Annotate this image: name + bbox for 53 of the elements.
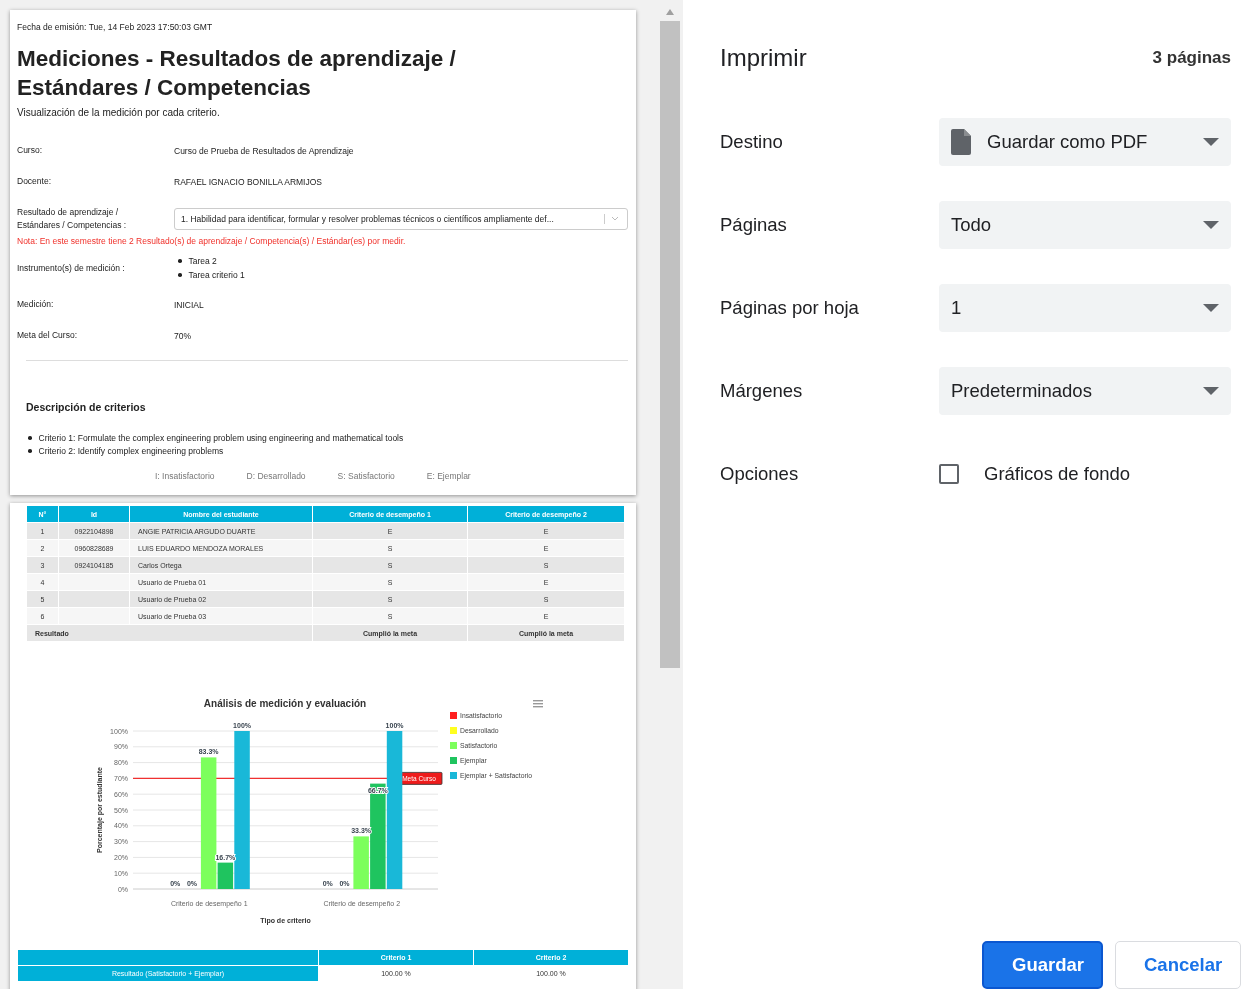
bullet-icon (178, 259, 182, 263)
field-label: Curso: (17, 144, 43, 157)
issue-date: Fecha de emisión: Tue, 14 Feb 2023 17:50:03 GMT (17, 22, 214, 32)
legend-text: I: Insatisfactorio (155, 471, 215, 481)
file-icon (951, 129, 971, 155)
dropdown[interactable]: 1. Habilidad para identificar, formular y resolver problemas técnicos o científicos ampliamente def... (174, 208, 628, 230)
caret-icon (604, 214, 621, 224)
field-label: Docente: (17, 175, 52, 188)
bullet-icon (178, 273, 182, 277)
scrollbar-thumb[interactable] (660, 21, 680, 668)
dropdown[interactable]: 1 (939, 284, 1231, 332)
field-label: Meta del Curso: (17, 329, 77, 342)
report-title: Mediciones - Resultados de aprendizaje / Estándares / Competencias (17, 45, 457, 102)
page-count: 3 páginas (1152, 48, 1231, 68)
field-value: RAFAEL IGNACIO BONILLA ARMIJOS (174, 176, 322, 187)
caret-icon (1203, 387, 1219, 395)
chart-title: Análisis de medición y evaluación (203, 698, 367, 709)
dropdown[interactable]: Guardar como PDF (939, 118, 1231, 166)
field-value: Curso de Prueba de Resultados de Aprendizaje (174, 145, 354, 156)
legend-text: S: Satisfactorio (337, 471, 395, 481)
bullet-icon (28, 436, 32, 440)
field-label: Medición: (17, 298, 54, 311)
caret-icon (1203, 221, 1219, 229)
menu-icon[interactable] (533, 700, 543, 708)
field-label: Instrumento(s) de medición : (17, 261, 125, 275)
legend-text: D: Desarrollado (246, 471, 306, 481)
legend-text: E: Ejemplar (426, 471, 471, 481)
setting-label: Páginas por hoja (720, 297, 860, 319)
dropdown[interactable]: Todo (939, 201, 1231, 249)
caret-icon (1203, 304, 1219, 312)
cancel-button[interactable]: Cancelar (1115, 941, 1241, 989)
section-heading: Descripción de criterios (26, 401, 147, 413)
setting-label: Destino (720, 131, 784, 153)
criterion-item: Criterio 2: Identify complex engineering problems (38, 446, 224, 456)
list-item: Tarea 2 (188, 256, 217, 266)
caret-icon (1203, 138, 1219, 146)
note-text: Nota: En este semestre tiene 2 Resultado(s) de aprendizaje / Competencia(s) / Estándar(es) por medir. (17, 236, 407, 246)
field-value: INICIAL (174, 299, 204, 310)
list-item: Tarea criterio 1 (188, 270, 245, 280)
checkbox-label[interactable]: Gráficos de fondo (984, 463, 1131, 485)
setting-label: Opciones (720, 463, 800, 485)
checkbox[interactable] (939, 464, 959, 484)
field-value: 70% (174, 330, 191, 341)
dialog-title: Imprimir (720, 44, 807, 72)
field-label: Resultado de aprendizaje / Estándares / Competencias : (17, 206, 128, 232)
setting-label: Páginas (720, 214, 788, 236)
report-subtitle: Visualización de la medición por cada criterio. (17, 107, 221, 118)
scroll-up-arrow-icon[interactable] (665, 8, 675, 16)
bullet-icon (28, 449, 32, 453)
save-button[interactable]: Guardar (982, 941, 1103, 989)
setting-label: Márgenes (720, 380, 804, 402)
criterion-item: Criterio 1: Formulate the complex engineering problem using engineering and mathematical tools (38, 433, 404, 443)
dropdown[interactable]: Predeterminados (939, 367, 1231, 415)
